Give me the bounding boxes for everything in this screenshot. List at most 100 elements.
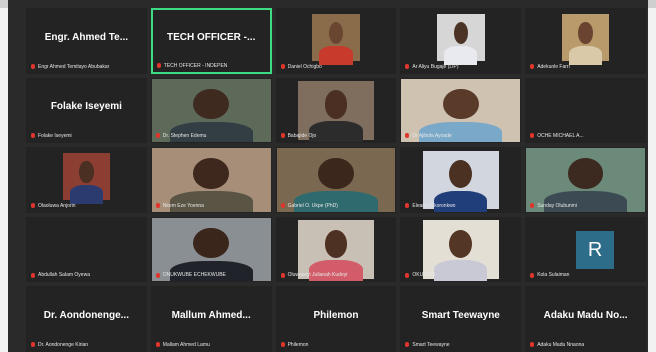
participant-name-label: Smart Teewayne <box>405 342 516 348</box>
participant-video <box>312 14 360 65</box>
muted-mic-icon <box>155 342 160 348</box>
participant-name-label: Adekunle Farri <box>530 64 641 70</box>
participant-tile[interactable]: OKUOSKI <box>400 216 522 283</box>
participant-head <box>318 158 354 189</box>
participant-tile[interactable]: Adaku Madu No... Adaku Madu Nnaona <box>525 286 646 352</box>
participant-head <box>193 158 229 189</box>
participant-tile[interactable]: Dr. Stephen Edemu <box>150 77 272 144</box>
participant-label-text: Abdullah Salam Oyewa <box>38 272 90 279</box>
muted-mic-icon <box>31 133 35 139</box>
participant-name-label: Dr. Aondonenge Kirian <box>31 342 142 348</box>
participant-head <box>193 88 229 120</box>
participant-tile[interactable]: Mallum Ahmed... Mallam Ahmed Lamu <box>150 286 272 352</box>
participant-silhouette <box>423 151 499 212</box>
muted-mic-icon <box>405 342 410 348</box>
muted-mic-icon <box>530 272 535 278</box>
participant-tile[interactable]: Gabriel O. Ukpe (PhD) <box>275 147 397 213</box>
participant-initial-avatar: R <box>576 230 615 269</box>
participant-name-label: Ar Aliyu Bugaje (LIP) <box>405 64 516 70</box>
participant-silhouette <box>63 153 111 205</box>
participant-video <box>561 14 610 65</box>
participant-tile[interactable]: Dr. Aondonenge... Dr. Aondonenge Kirian <box>26 286 147 352</box>
participant-head <box>449 229 473 258</box>
participant-name-label: Dr Ajibola Ayoade <box>405 133 516 139</box>
participant-name-label: Nkem Eze Yoenna <box>155 202 267 209</box>
muted-mic-icon <box>155 202 160 208</box>
participant-body <box>309 260 363 282</box>
participant-name-label: Folake Iseyemi <box>31 133 142 139</box>
participant-head <box>449 160 473 189</box>
participant-name-label: Oluwaseyi Julianah Kudeyi <box>280 272 392 278</box>
participant-tile[interactable]: R Kola Sulaiman <box>525 216 646 283</box>
muted-mic-icon <box>156 62 161 68</box>
muted-mic-icon <box>31 342 35 348</box>
participant-tile[interactable]: Nkem Eze Yoenna <box>150 147 272 213</box>
participant-tile[interactable]: Adekunle Farri <box>525 8 646 74</box>
participant-tile[interactable]: Ar Aliyu Bugaje (LIP) <box>400 8 522 74</box>
muted-mic-icon <box>280 342 285 348</box>
participant-video <box>422 220 499 282</box>
participant-tile[interactable]: OCHE MICHAEL A... <box>525 77 646 144</box>
muted-mic-icon <box>530 342 535 348</box>
participant-tile[interactable]: Folake Iseyemi Folake Iseyemi <box>26 77 147 144</box>
participant-display-name: Mallum Ahmed... <box>171 310 251 322</box>
participant-label-text: Sunday Olubunmi <box>537 202 577 209</box>
participant-tile[interactable]: Eleanyi Okoronkwo <box>400 147 522 213</box>
participant-tile[interactable]: Olaoluwa Anjorin <box>26 147 147 213</box>
participant-tile[interactable]: Sunday Olubunmi <box>525 147 646 213</box>
participant-name-label: Adaku Madu Nnaona <box>530 342 641 348</box>
participant-gallery-grid: Engr. Ahmed Te... Engr Ahmed Temitayo Abu… <box>26 8 646 352</box>
participant-label-text: Adekunle Farri <box>537 63 570 70</box>
participant-name-label: Abdullah Salam Oyewa <box>31 272 142 278</box>
participant-tile[interactable]: Daniel Ochigbo <box>275 8 397 74</box>
participant-tile[interactable]: Philemon Philemon <box>275 286 397 352</box>
participant-name-label: Kola Sulaiman <box>530 272 641 278</box>
participant-display-name: Engr. Ahmed Te... <box>44 31 129 43</box>
participant-label-text: Dr. Aondonenge Kirian <box>38 341 89 348</box>
participant-tile[interactable]: Dr Ajibola Ayoade <box>400 77 522 144</box>
participant-name-label: OKUOSKI <box>405 272 516 278</box>
muted-mic-icon <box>530 133 535 139</box>
participant-tile[interactable]: Abdullah Salam Oyewa <box>26 216 147 283</box>
muted-mic-icon <box>155 272 160 278</box>
participant-label-text: Smart Teewayne <box>412 341 450 348</box>
participant-label-text: Gabriel O. Ukpe (PhD) <box>287 202 338 209</box>
participant-label-text: Olaoluwa Anjorin <box>38 202 76 209</box>
participant-silhouette <box>298 81 374 143</box>
participant-head <box>578 21 593 45</box>
participant-display-name: Dr. Aondonenge... <box>43 310 129 322</box>
participant-name-label: Babajide Ojo <box>280 133 392 139</box>
participant-label-text: Engr Ahmed Temitayo Abubakar <box>38 63 110 70</box>
participant-silhouette <box>312 14 360 65</box>
participant-tile[interactable]: Oluwaseyi Julianah Kudeyi <box>275 216 397 283</box>
muted-mic-icon <box>405 272 410 278</box>
participant-head <box>79 160 94 184</box>
participant-name-label: Mallam Ahmed Lamu <box>155 342 267 348</box>
participant-label-text: TECH OFFICER - INDEPEN <box>163 62 228 69</box>
participant-name-label: Dr. Stephen Edemu <box>155 133 267 140</box>
participant-display-name: Adaku Madu No... <box>543 310 628 322</box>
participant-display-name: TECH OFFICER -... <box>167 32 256 44</box>
participant-name-label: ONUKWUBE ECHEKWUBE <box>155 272 267 278</box>
participant-tile[interactable]: ONUKWUBE ECHEKWUBE <box>150 216 272 283</box>
participant-tile[interactable]: Smart Teewayne Smart Teewayne <box>400 286 522 352</box>
participant-tile[interactable]: Babajide Ojo <box>275 77 397 144</box>
participant-video <box>437 14 485 65</box>
participant-video <box>62 153 111 205</box>
participant-label-text: Folake Iseyemi <box>38 133 72 140</box>
participant-label-text: OCHE MICHAEL A... <box>537 133 584 140</box>
participant-head <box>328 21 344 45</box>
participant-name-label: Philemon <box>280 341 392 348</box>
participant-silhouette <box>437 14 485 65</box>
participant-label-text: Philemon <box>287 341 309 348</box>
participant-body <box>309 120 363 143</box>
participant-head <box>453 21 468 45</box>
participant-tile[interactable]: Engr. Ahmed Te... Engr Ahmed Temitayo Abu… <box>26 8 147 74</box>
participant-label-text: Dr. Stephen Edemu <box>162 133 207 140</box>
participant-head <box>193 227 229 259</box>
participant-body <box>568 46 603 65</box>
participant-display-name: Smart Teewayne <box>421 310 500 322</box>
participant-body <box>444 46 478 65</box>
muted-mic-icon <box>280 133 285 139</box>
participant-tile[interactable]: TECH OFFICER -... TECH OFFICER - INDEPEN <box>150 8 272 74</box>
